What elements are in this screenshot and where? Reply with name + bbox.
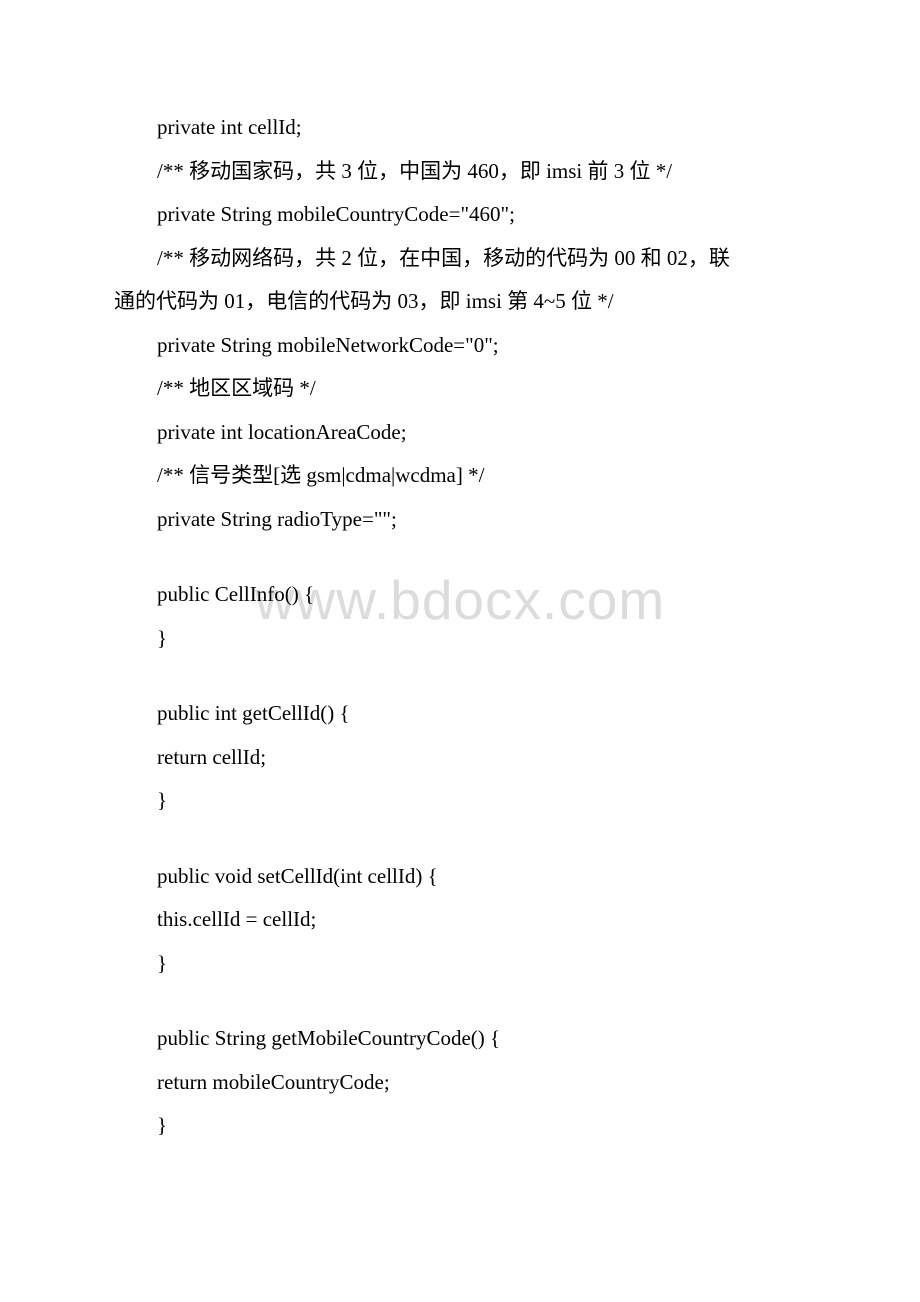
code-line: public String getMobileCountryCode() { xyxy=(114,1023,806,1055)
code-line: private int cellId; xyxy=(114,112,806,144)
code-line: private String mobileNetworkCode="0"; xyxy=(114,330,806,362)
code-line: /** 移动国家码，共 3 位，中国为 460，即 imsi 前 3 位 */ xyxy=(114,156,806,188)
code-line: private int locationAreaCode; xyxy=(114,417,806,449)
code-line: /** 信号类型[选 gsm|cdma|wcdma] */ xyxy=(114,460,806,492)
code-content: private int cellId; /** 移动国家码，共 3 位，中国为 … xyxy=(114,112,806,1142)
code-line: public void setCellId(int cellId) { xyxy=(114,861,806,893)
code-line: return mobileCountryCode; xyxy=(114,1067,806,1099)
code-line: } xyxy=(114,623,806,655)
code-line: /** 地区区域码 */ xyxy=(114,373,806,405)
code-line: public int getCellId() { xyxy=(114,698,806,730)
code-line: return cellId; xyxy=(114,742,806,774)
code-line: 通的代码为 01，电信的代码为 03，即 imsi 第 4~5 位 */ xyxy=(114,286,806,318)
blank-line xyxy=(114,547,806,579)
code-line: public CellInfo() { xyxy=(114,579,806,611)
code-line: private String radioType=""; xyxy=(114,504,806,536)
code-line: this.cellId = cellId; xyxy=(114,904,806,936)
document-page: www.bdocx.com private int cellId; /** 移动… xyxy=(0,0,920,1302)
blank-line xyxy=(114,666,806,698)
blank-line xyxy=(114,991,806,1023)
code-line: } xyxy=(114,785,806,817)
code-line: private String mobileCountryCode="460"; xyxy=(114,199,806,231)
code-line: } xyxy=(114,1110,806,1142)
code-line: /** 移动网络码，共 2 位，在中国，移动的代码为 00 和 02，联 xyxy=(114,243,806,275)
code-line: } xyxy=(114,948,806,980)
blank-line xyxy=(114,829,806,861)
